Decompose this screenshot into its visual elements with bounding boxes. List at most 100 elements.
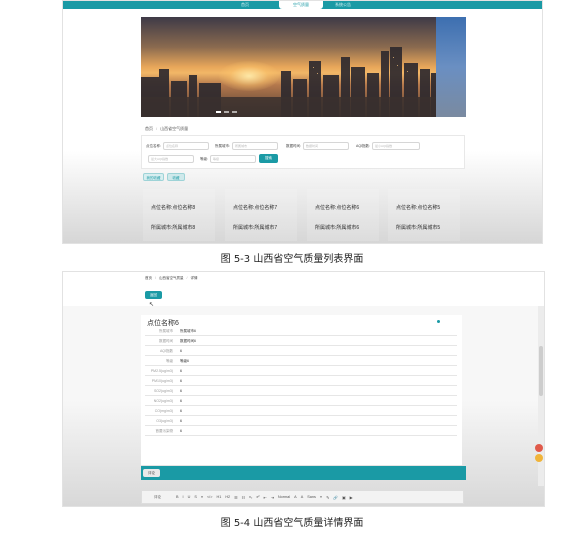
search-field-level: 等级: 等级: [200, 155, 256, 163]
detail-row: 所属城市 所属城市6: [145, 326, 457, 336]
breadcrumb: 首页 / 山西省空气质量: [145, 126, 189, 131]
carousel-dot[interactable]: [232, 111, 237, 113]
detail-value: 数据时间6: [180, 339, 196, 343]
list-item[interactable]: 点位名称:点位名称7 所属城市:所属城市7: [225, 189, 297, 241]
bold-icon[interactable]: B: [176, 495, 179, 500]
my-favorites-button[interactable]: 我的收藏: [143, 173, 164, 181]
card-city: 所属城市:所属城市5: [396, 225, 441, 231]
search-field-aqi-max: 最大AQI指数: [146, 155, 194, 163]
font-select[interactable]: Sans: [307, 495, 316, 500]
detail-value: 6: [180, 369, 182, 373]
search-input-aqi-min[interactable]: 最小AQI指数: [372, 142, 421, 150]
strike-icon[interactable]: S: [194, 495, 197, 500]
detail-panel: 点位名称6 所属城市 所属城市6 数据时间 数据时间6 AQI指数 6 等级 等级6 P…: [141, 315, 462, 465]
detail-key: PM2.5(ug/m3): [150, 369, 173, 373]
figure-caption-1: 图 5-3 山西省空气质量列表界面: [220, 254, 364, 265]
detail-value: 6: [180, 399, 182, 403]
heading1-icon[interactable]: H1: [216, 495, 221, 500]
list-item[interactable]: 点位名称:点位名称5 所属城市:所属城市5: [388, 189, 460, 241]
bullet-list-icon[interactable]: ☷: [242, 495, 245, 500]
detail-key: SO2(ug/m3): [153, 389, 173, 393]
mouse-cursor-icon: ↖: [149, 302, 155, 308]
detail-row: PM2.5(ug/m3) 6: [145, 366, 457, 376]
card-station-name: 点位名称:点位名称6: [315, 205, 360, 211]
detail-key: 数据时间: [159, 339, 173, 343]
list-item[interactable]: 点位名称:点位名称8 所属城市:所属城市8: [143, 189, 215, 241]
detail-key: AQI指数: [159, 349, 173, 353]
image-icon[interactable]: ▣: [342, 495, 346, 500]
background-color-icon[interactable]: A: [301, 495, 304, 500]
banner-carousel[interactable]: [141, 17, 466, 117]
breadcrumb-list[interactable]: 山西省空气质量: [159, 276, 184, 280]
search-input-name[interactable]: 点位名称: [162, 142, 209, 150]
subscript-icon[interactable]: x₂: [249, 495, 252, 500]
card-city: 所属城市:所属城市7: [233, 225, 278, 231]
search-field-city: 所属城市: 所属城市: [215, 142, 278, 150]
detail-key: PM10(ug/m3): [151, 379, 173, 383]
list-item[interactable]: 点位名称:点位名称6 所属城市:所属城市6: [307, 189, 379, 241]
detail-value: 6: [180, 409, 182, 413]
align-icon[interactable]: ≡: [320, 495, 322, 500]
breadcrumb-current: 详情: [190, 276, 198, 280]
breadcrumb-home[interactable]: 首页: [145, 276, 152, 280]
detail-row: CO(mg/m3) 6: [145, 406, 457, 416]
nav-item-notice[interactable]: 系统公告: [335, 1, 351, 9]
side-float-icon[interactable]: [535, 454, 543, 462]
underline-icon[interactable]: U: [188, 495, 191, 500]
heading2-icon[interactable]: H2: [225, 495, 230, 500]
clean-icon[interactable]: ✎: [326, 495, 329, 500]
link-icon[interactable]: 🔗: [333, 495, 338, 500]
nav-item-air-quality[interactable]: 空气质量: [279, 1, 323, 9]
italic-icon[interactable]: I: [183, 495, 184, 500]
breadcrumb-current: 山西省空气质量: [160, 126, 189, 131]
comment-tab[interactable]: 评论: [143, 469, 160, 477]
video-icon[interactable]: ▶: [350, 495, 353, 500]
detail-row: PM10(ug/m3) 6: [145, 376, 457, 386]
quote-icon[interactable]: ❝: [201, 495, 203, 500]
detail-row: 等级 等级6: [145, 356, 457, 366]
detail-row: NO2(ug/m3) 6: [145, 396, 457, 406]
nav-item-home[interactable]: 首页: [241, 1, 249, 9]
editor-label: 评论: [154, 495, 161, 499]
card-list: 点位名称:点位名称8 所属城市:所属城市8 点位名称:点位名称7 所属城市:所属…: [143, 189, 465, 243]
search-field-aqi-min: AQI指数: 最小AQI指数: [356, 142, 421, 150]
scrollbar-thumb[interactable]: [539, 346, 543, 396]
search-button[interactable]: 搜索: [259, 154, 278, 163]
search-label: AQI指数:: [356, 143, 371, 148]
detail-value: 6: [180, 379, 182, 383]
indent-icon[interactable]: ⇥: [271, 495, 274, 500]
search-input-level[interactable]: 等级: [209, 155, 256, 163]
breadcrumb: 首页 / 山西省空气质量 / 详情: [145, 276, 198, 280]
font-color-icon[interactable]: A: [294, 495, 297, 500]
size-select[interactable]: Normal: [278, 495, 290, 500]
collect-button[interactable]: 收藏: [167, 173, 185, 181]
detail-value: 6: [180, 349, 182, 353]
detail-value: 6: [180, 389, 182, 393]
card-station-name: 点位名称:点位名称7: [233, 205, 278, 211]
editor-toolbar: B I U S ❝ </> H1 H2 ☰ ☷ x₂ x² ⇤ ⇥ Normal…: [176, 495, 353, 500]
card-city: 所属城市:所属城市8: [151, 225, 196, 231]
detail-key: 等级: [166, 359, 173, 363]
search-input-time[interactable]: 数据时间: [302, 142, 349, 150]
carousel-dot[interactable]: [224, 111, 229, 113]
search-input-aqi-max[interactable]: 最大AQI指数: [148, 155, 194, 163]
detail-key: 所属城市: [159, 329, 173, 333]
outdent-icon[interactable]: ⇤: [264, 495, 267, 500]
ordered-list-icon[interactable]: ☰: [234, 495, 237, 500]
detail-value: 6: [180, 419, 182, 423]
side-float-icon[interactable]: [535, 444, 543, 452]
card-station-name: 点位名称:点位名称5: [396, 205, 441, 211]
card-station-name: 点位名称:点位名称8: [151, 205, 196, 211]
figure-air-quality-list: 首页 空气质量 系统公告 首页 / 山西省空气质量 点位名称: 点位名称 所属城…: [62, 0, 543, 244]
superscript-icon[interactable]: x²: [256, 495, 259, 500]
figure-caption-2: 图 5-4 山西省空气质量详情界面: [220, 518, 364, 529]
back-button[interactable]: 返回: [145, 291, 162, 299]
code-icon[interactable]: </>: [207, 495, 213, 500]
breadcrumb-home[interactable]: 首页: [145, 126, 153, 131]
search-input-city[interactable]: 所属城市: [231, 142, 278, 150]
carousel-dot[interactable]: [216, 111, 221, 113]
detail-row: 数据时间 数据时间6: [145, 336, 457, 346]
card-city: 所属城市:所属城市6: [315, 225, 360, 231]
search-panel: 点位名称: 点位名称 所属城市: 所属城市 数据时间: 数据时间 AQI指数: …: [141, 135, 465, 169]
comment-editor[interactable]: 评论 B I U S ❝ </> H1 H2 ☰ ☷ x₂ x² ⇤ ⇥ Nor…: [141, 490, 464, 504]
